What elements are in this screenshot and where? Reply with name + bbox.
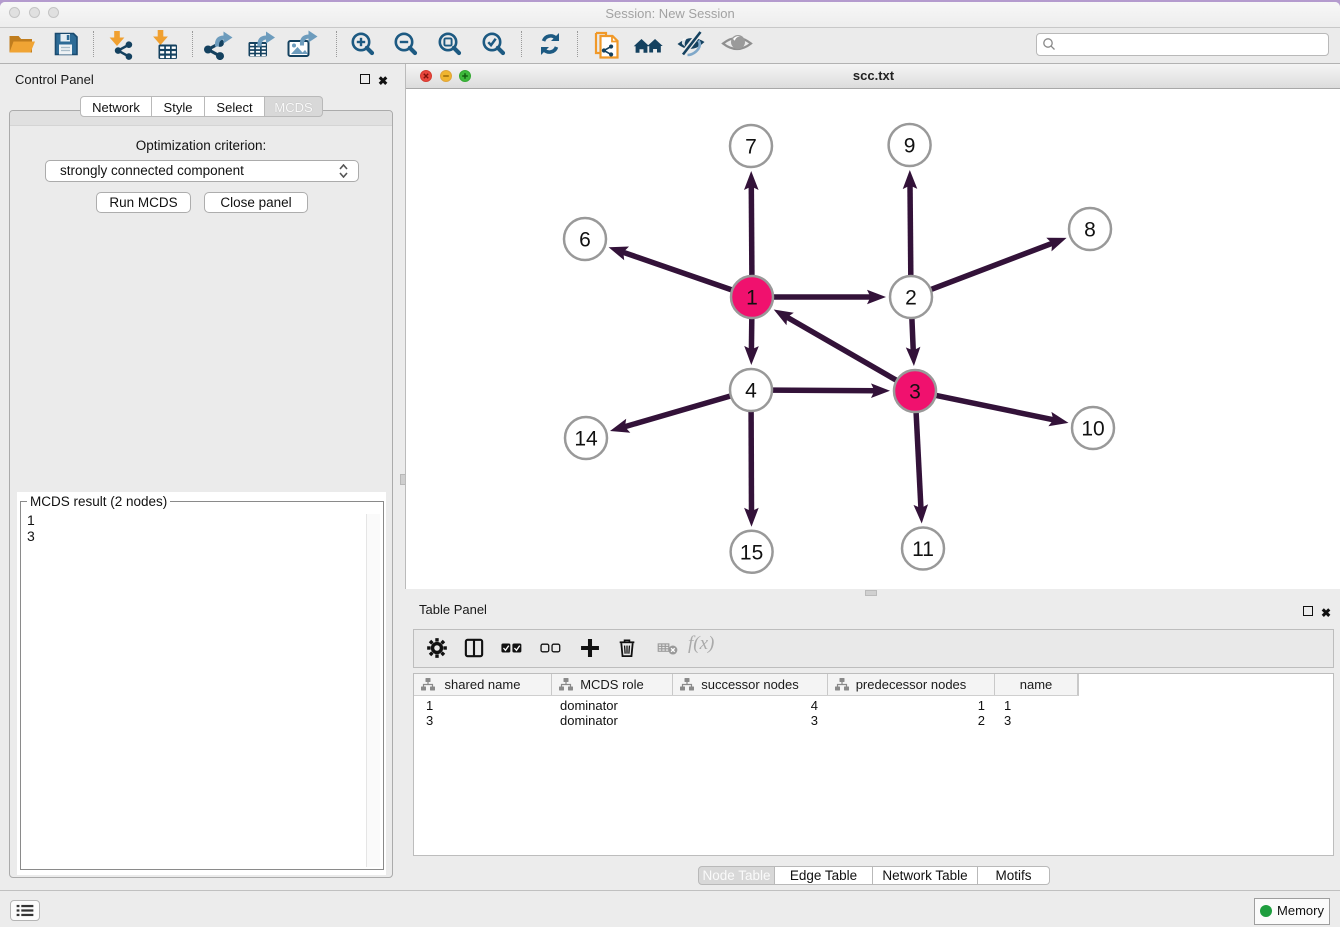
svg-text:9: 9 (904, 135, 916, 158)
svg-text:14: 14 (574, 428, 598, 451)
svg-text:3: 3 (909, 381, 921, 404)
svg-text:6: 6 (579, 229, 591, 252)
svg-text:10: 10 (1081, 418, 1104, 441)
svg-text:8: 8 (1084, 219, 1096, 242)
svg-text:15: 15 (740, 541, 763, 564)
svg-text:11: 11 (912, 538, 934, 561)
svg-text:7: 7 (745, 136, 757, 159)
svg-text:2: 2 (905, 287, 917, 310)
svg-text:4: 4 (745, 380, 757, 403)
svg-text:1: 1 (746, 287, 758, 310)
